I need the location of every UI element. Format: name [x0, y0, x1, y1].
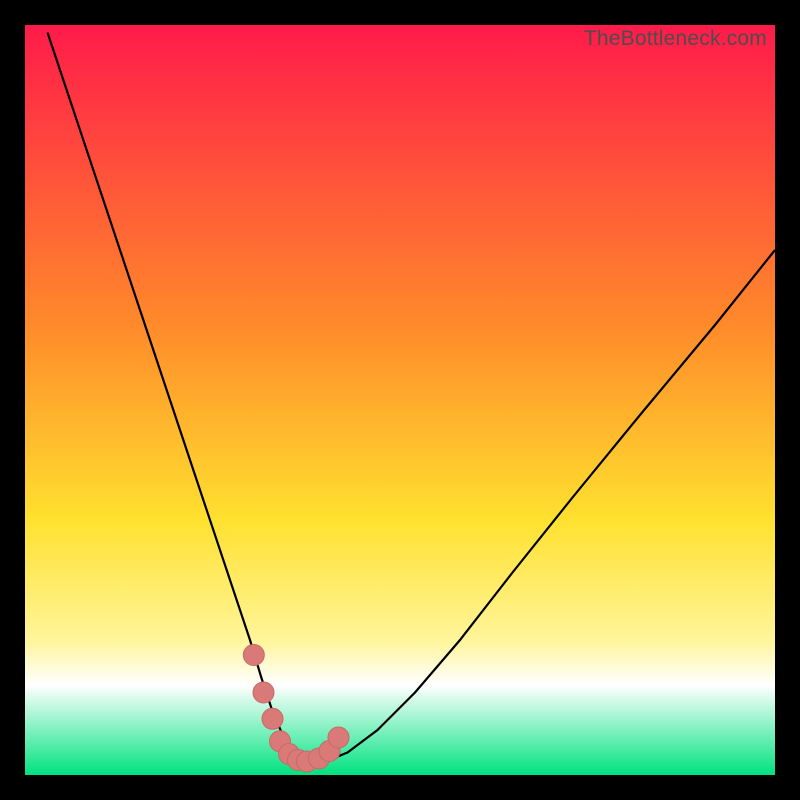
- watermark-text: TheBottleneck.com: [584, 27, 767, 51]
- curve-marker: [262, 708, 283, 729]
- gradient-background: [25, 25, 775, 775]
- curve-marker: [253, 682, 274, 703]
- curve-marker: [243, 645, 264, 666]
- curve-marker: [328, 727, 349, 748]
- chart-frame: TheBottleneck.com: [25, 25, 775, 775]
- bottleneck-chart: [25, 25, 775, 775]
